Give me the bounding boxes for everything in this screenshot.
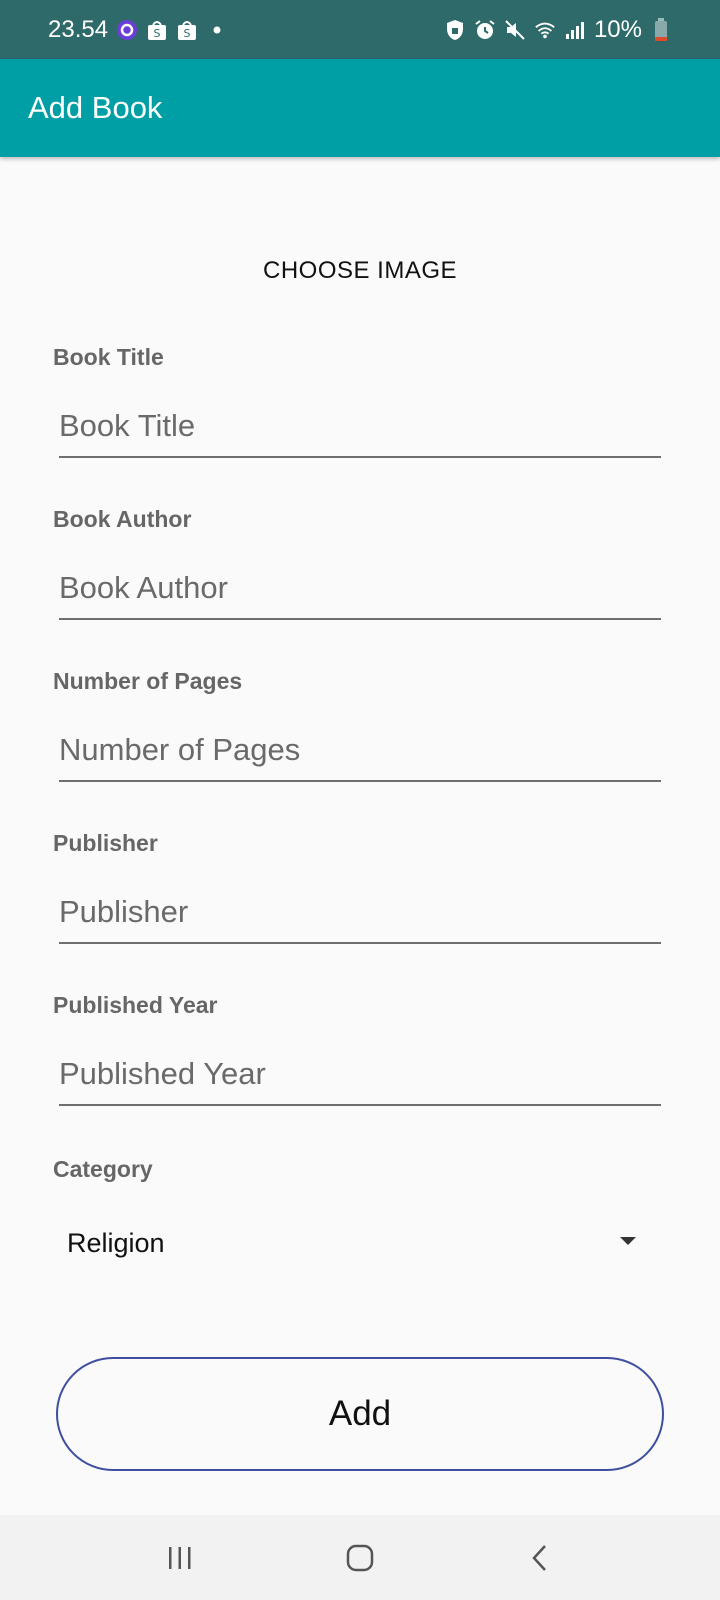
number-of-pages-input[interactable]	[59, 720, 661, 782]
book-title-input[interactable]	[59, 396, 661, 458]
wifi-icon	[534, 19, 556, 41]
back-icon[interactable]	[510, 1528, 570, 1588]
book-author-input[interactable]	[59, 558, 661, 620]
book-author-label: Book Author	[53, 506, 192, 532]
svg-text:S: S	[184, 27, 191, 40]
publisher-input[interactable]	[59, 882, 661, 944]
category-dropdown[interactable]: Religion	[52, 1215, 652, 1271]
dot-icon	[206, 19, 228, 41]
recent-apps-icon[interactable]	[150, 1528, 210, 1588]
add-button[interactable]: Add	[56, 1357, 664, 1471]
home-icon[interactable]	[330, 1528, 390, 1588]
shopee-bag-icon: S	[176, 19, 198, 41]
svg-text:S: S	[154, 27, 161, 40]
publisher-label: Publisher	[53, 830, 158, 856]
published-year-input[interactable]	[59, 1044, 661, 1106]
app-bar: Add Book	[0, 59, 720, 157]
status-right: 10%	[444, 16, 672, 44]
status-bar: 23.54 S S 10%	[0, 0, 720, 59]
alarm-icon	[474, 19, 496, 41]
battery-percent: 10%	[593, 15, 642, 43]
book-title-label: Book Title	[53, 344, 164, 370]
number-of-pages-label: Number of Pages	[53, 668, 243, 694]
battery-icon	[650, 17, 672, 41]
choose-image-button[interactable]: CHOOSE IMAGE	[0, 250, 720, 292]
circle-app-icon	[116, 19, 138, 41]
shopee-bag-icon: S	[146, 19, 168, 41]
dropdown-arrow-icon	[620, 1237, 636, 1245]
signal-icon	[564, 19, 586, 41]
shield-lock-icon	[444, 19, 466, 41]
category-selected-value: Religion	[67, 1227, 165, 1258]
navigation-bar	[0, 1515, 720, 1600]
page-title: Add Book	[28, 90, 163, 125]
published-year-label: Published Year	[53, 992, 218, 1018]
status-left: 23.54 S S	[48, 16, 228, 44]
mute-icon	[504, 19, 526, 41]
category-label: Category	[53, 1156, 153, 1182]
status-time: 23.54	[48, 15, 109, 43]
